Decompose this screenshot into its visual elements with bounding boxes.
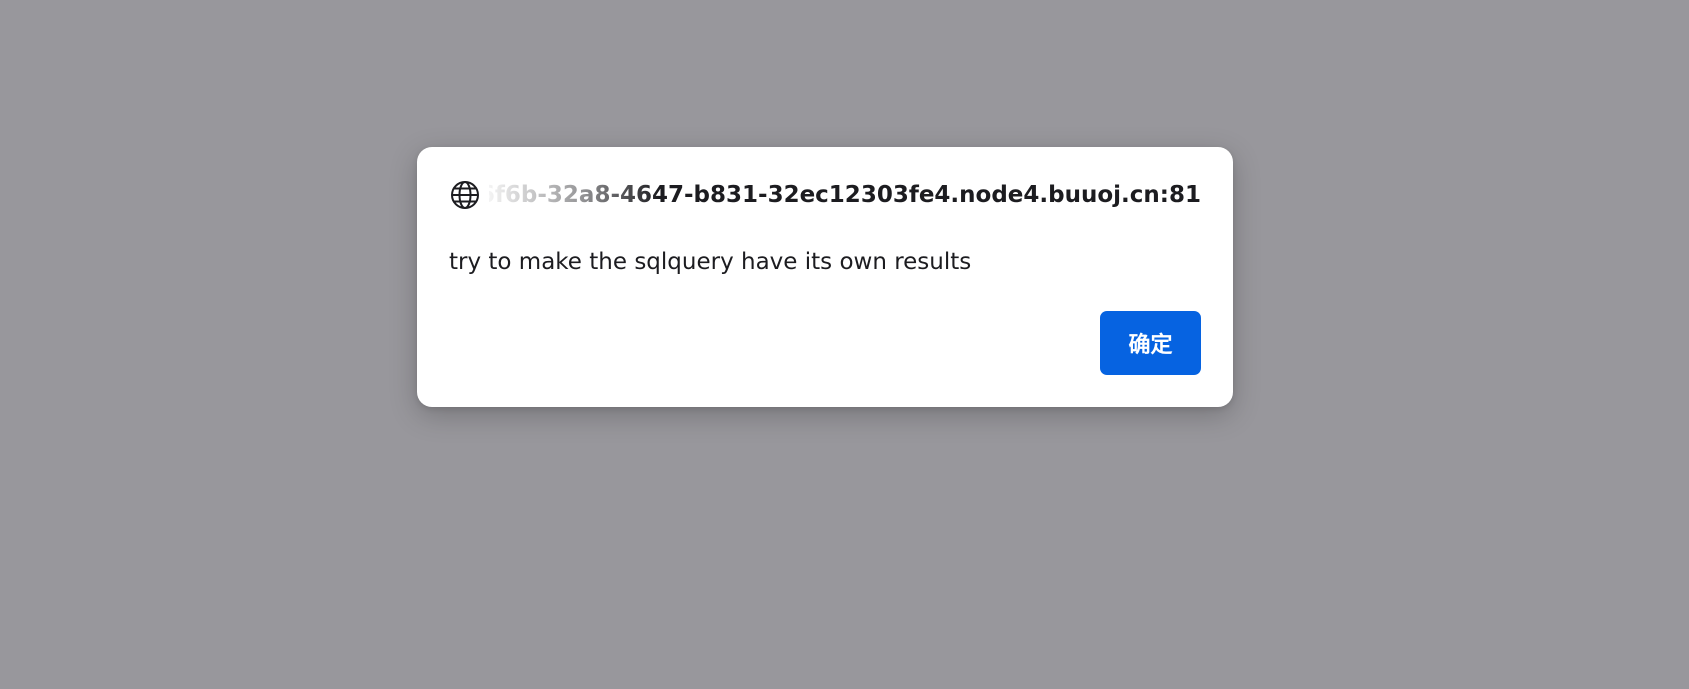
ok-button[interactable]: 确定 <box>1100 311 1201 375</box>
alert-dialog: f656f6b-32a8-4647-b831-32ec12303fe4.node… <box>417 147 1233 407</box>
dialog-origin: f656f6b-32a8-4647-b831-32ec12303fe4.node… <box>489 182 1201 208</box>
dialog-message: try to make the sqlquery have its own re… <box>449 249 972 275</box>
globe-icon <box>449 179 481 211</box>
dialog-origin-row: f656f6b-32a8-4647-b831-32ec12303fe4.node… <box>449 178 1201 212</box>
